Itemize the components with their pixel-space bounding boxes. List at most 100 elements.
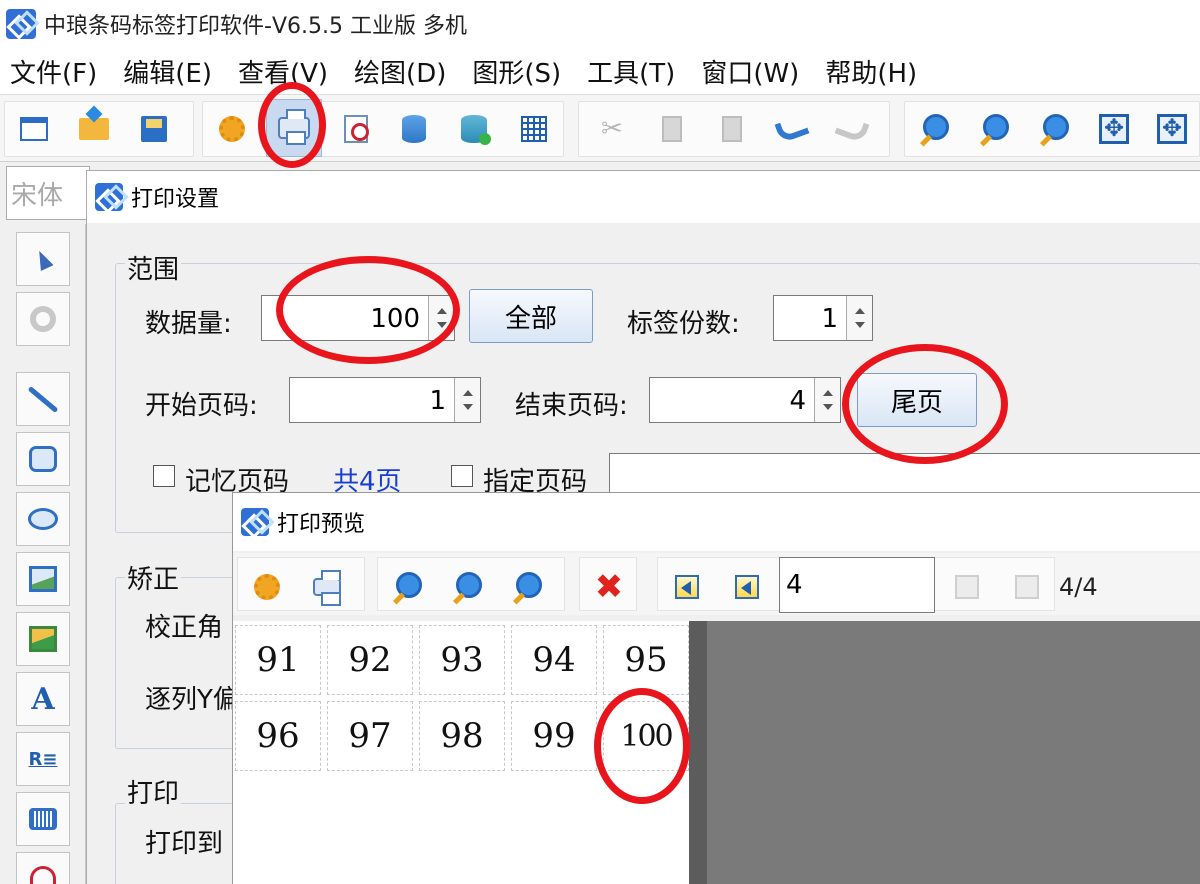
shape-tool[interactable] <box>16 852 70 884</box>
label-cell: 92 <box>327 625 413 695</box>
font-family-select[interactable]: 宋体 <box>6 166 90 220</box>
save-button[interactable] <box>134 109 174 149</box>
zoom-in-button[interactable] <box>914 109 954 149</box>
end-page-spinner[interactable] <box>814 378 840 422</box>
end-page-label: 结束页码: <box>515 391 628 421</box>
undo-button[interactable] <box>772 109 812 149</box>
print-button[interactable] <box>266 99 322 157</box>
preview-background <box>689 621 1200 884</box>
open-button[interactable] <box>74 109 114 149</box>
ellipse-tool[interactable] <box>16 492 70 546</box>
print-settings-title: 打印设置 <box>131 187 220 212</box>
menu-file[interactable]: 文件(F) <box>10 53 97 90</box>
next-page-icon <box>955 575 979 599</box>
main-toolbar: ✂ <box>0 94 1200 162</box>
text-tool[interactable]: A <box>16 672 70 726</box>
menu-shape[interactable]: 图形(S) <box>472 53 561 90</box>
menu-tools[interactable]: 工具(T) <box>587 53 675 90</box>
rounded-rect-tool[interactable] <box>16 432 70 486</box>
label-cell: 93 <box>419 625 505 695</box>
last-page-icon <box>1015 575 1039 599</box>
copies-spinner[interactable] <box>846 296 872 340</box>
gear-icon <box>219 116 245 142</box>
scissors-icon: ✂ <box>601 114 623 144</box>
fit-window-button[interactable] <box>1094 109 1134 149</box>
fit-page-icon <box>1157 114 1187 144</box>
copies-input[interactable]: 1 <box>773 295 873 341</box>
zoom-out-button[interactable] <box>974 109 1014 149</box>
data-amount-spinner[interactable] <box>428 296 454 340</box>
print-preview-title-bar: 打印预览 <box>233 493 1200 551</box>
print-to-label: 打印到 <box>145 829 224 859</box>
redo-button[interactable] <box>832 109 872 149</box>
new-button[interactable] <box>14 109 54 149</box>
range-group-label: 范围 <box>125 249 182 286</box>
drawing-tools-bar: A R≡ <box>0 224 86 884</box>
menu-view[interactable]: 查看(V) <box>238 53 328 90</box>
prev-page-icon <box>735 575 759 599</box>
menu-draw[interactable]: 绘图(D) <box>354 53 446 90</box>
preview-sheet: 91 92 93 94 95 96 97 98 99 100 <box>233 621 689 884</box>
select-tool[interactable] <box>16 232 70 286</box>
start-page-spinner[interactable] <box>454 378 480 422</box>
printer-icon <box>313 570 341 606</box>
preview-zoom-in-button[interactable] <box>447 567 487 607</box>
specify-page-checkbox[interactable] <box>451 465 473 487</box>
fit-page-button[interactable] <box>1152 109 1192 149</box>
menu-edit[interactable]: 编辑(E) <box>123 53 212 90</box>
last-page-button[interactable]: 尾页 <box>857 373 977 427</box>
preview-settings-button[interactable] <box>247 567 287 607</box>
rotate-tool[interactable] <box>16 292 70 346</box>
preview-print-button[interactable] <box>307 567 347 607</box>
start-page-input[interactable]: 1 <box>289 377 481 423</box>
rich-text-tool[interactable]: R≡ <box>16 732 70 786</box>
app-title: 中琅条码标签打印软件-V6.5.5 工业版 多机 <box>44 14 467 39</box>
data-amount-input[interactable]: 100 <box>261 295 455 341</box>
fit-window-icon <box>1099 114 1129 144</box>
label-cell: 94 <box>511 625 597 695</box>
label-cell: 96 <box>235 701 321 771</box>
label-cell: 98 <box>419 701 505 771</box>
barcode-tool[interactable] <box>16 792 70 846</box>
print-preview-button[interactable] <box>336 109 376 149</box>
label-cell: 95 <box>603 625 689 695</box>
last-page-nav-button[interactable] <box>1007 567 1047 607</box>
page-number-input[interactable]: 4 <box>779 557 935 613</box>
remember-page-checkbox[interactable] <box>153 465 175 487</box>
picture-tool[interactable] <box>16 612 70 666</box>
zoom-in-icon <box>919 114 949 144</box>
line-tool[interactable] <box>16 372 70 426</box>
first-page-button[interactable] <box>667 567 707 607</box>
preview-toolbar <box>233 553 1200 615</box>
cut-button[interactable]: ✂ <box>592 109 632 149</box>
all-button[interactable]: 全部 <box>469 289 593 343</box>
preview-zoom-button[interactable] <box>507 567 547 607</box>
end-page-value: 4 <box>789 386 806 416</box>
image-tool[interactable] <box>16 552 70 606</box>
print-preview-icon <box>344 115 369 143</box>
label-cell: 100 <box>603 701 689 771</box>
correction-angle-label: 校正角 <box>145 613 224 643</box>
next-page-button[interactable] <box>947 567 987 607</box>
start-page-label: 开始页码: <box>145 391 258 421</box>
menu-help[interactable]: 帮助(H) <box>825 53 917 90</box>
zoom-actual-button[interactable] <box>1034 109 1074 149</box>
menu-window[interactable]: 窗口(W) <box>701 53 799 90</box>
preview-zoom-out-button[interactable] <box>387 567 427 607</box>
settings-button[interactable] <box>212 109 252 149</box>
rounded-rectangle-icon <box>29 446 57 472</box>
barcode-icon <box>29 808 57 830</box>
database-button[interactable] <box>394 109 434 149</box>
database-connect-icon <box>461 115 491 145</box>
paste-button[interactable] <box>712 109 752 149</box>
copy-button[interactable] <box>652 109 692 149</box>
open-folder-icon <box>79 118 109 140</box>
end-page-input[interactable]: 4 <box>649 377 841 423</box>
print-preview-dialog: 打印预览 ✖ 4 4/4 91 92 93 94 95 96 97 98 99 … <box>232 492 1200 884</box>
preview-close-button[interactable]: ✖ <box>589 567 629 607</box>
grid-button[interactable] <box>514 109 554 149</box>
copies-value: 1 <box>821 304 838 334</box>
database-connect-button[interactable] <box>454 109 494 149</box>
prev-page-button[interactable] <box>727 567 767 607</box>
correction-group-label: 矫正 <box>125 559 182 596</box>
